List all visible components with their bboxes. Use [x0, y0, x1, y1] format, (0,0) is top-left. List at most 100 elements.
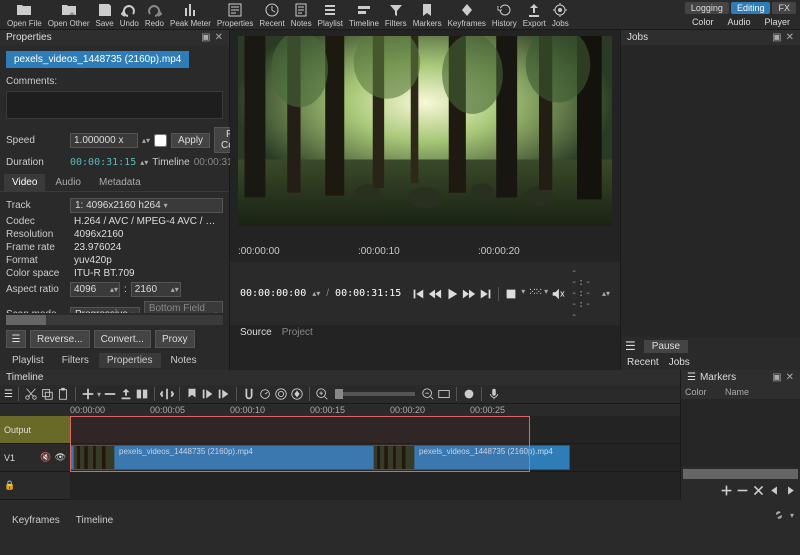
zoom-fit-icon[interactable]	[437, 387, 451, 401]
panel-close-icon[interactable]: ✕	[215, 32, 223, 43]
link-icon[interactable]	[772, 508, 786, 522]
tab-notes[interactable]: Notes	[163, 353, 205, 368]
toolbar-open-file[interactable]: Open File	[7, 2, 42, 28]
split-icon[interactable]	[160, 387, 174, 401]
toolbar-redo[interactable]: Redo	[145, 2, 164, 28]
video-preview[interactable]	[238, 36, 612, 226]
mode-logging[interactable]: Logging	[685, 2, 729, 14]
tab-metadata[interactable]: Metadata	[91, 174, 149, 191]
submode-audio[interactable]: Audio	[721, 16, 756, 28]
clear-markers-icon[interactable]	[752, 484, 765, 497]
marker-add-icon[interactable]	[185, 387, 199, 401]
output-track-label[interactable]: Output	[0, 416, 70, 444]
mode-fx[interactable]: FX	[772, 2, 796, 14]
tab-audio[interactable]: Audio	[47, 174, 89, 191]
convert-button[interactable]: Convert...	[94, 330, 151, 348]
scrub-icon[interactable]	[258, 387, 272, 401]
toolbar-export[interactable]: Export	[523, 2, 546, 28]
speed-input[interactable]	[70, 133, 138, 148]
toolbar-open-other[interactable]: Open Other	[48, 2, 90, 28]
toolbar-filters[interactable]: Filters	[385, 2, 407, 28]
file-chip[interactable]: pexels_videos_1448735 (2160p).mp4	[6, 51, 189, 68]
toolbar-notes[interactable]: Notes	[291, 2, 312, 28]
next-marker2-icon[interactable]	[784, 484, 797, 497]
panel-popout-icon[interactable]: ▣	[201, 32, 210, 43]
submode-player[interactable]: Player	[758, 16, 796, 28]
prev-marker-icon[interactable]	[201, 387, 215, 401]
skip-start-icon[interactable]	[411, 287, 425, 301]
video-clip[interactable]: pexels_videos_1448735 (2160p).mp4 pexels…	[70, 445, 570, 470]
v1-track-label[interactable]: V1 🔇 👁	[0, 444, 70, 472]
rewind-icon[interactable]	[428, 287, 442, 301]
toolbar-keyframes[interactable]: Keyframes	[448, 2, 486, 28]
comments-input[interactable]	[6, 91, 223, 119]
preview-ruler[interactable]: :00:00:00 :00:00:10 :00:00:20	[238, 238, 612, 262]
skip-end-icon[interactable]	[479, 287, 493, 301]
zoom-slider[interactable]	[335, 392, 415, 396]
tab-video[interactable]: Video	[4, 174, 45, 191]
zoom-out-icon[interactable]	[421, 387, 435, 401]
zoom-in-icon[interactable]	[315, 387, 329, 401]
lift-icon[interactable]	[119, 387, 133, 401]
grid-icon[interactable]: ⁙⁙	[528, 287, 541, 301]
tl-menu-icon[interactable]: ☰	[4, 389, 13, 400]
source-tab[interactable]: Source	[240, 327, 272, 338]
pause-button[interactable]: Pause	[644, 340, 688, 353]
toolbar-jobs[interactable]: Jobs	[552, 2, 569, 28]
overwrite-icon[interactable]	[135, 387, 149, 401]
apply-button[interactable]: Apply	[171, 133, 210, 148]
copy-icon[interactable]	[40, 387, 54, 401]
recent-tab[interactable]: Recent	[627, 357, 659, 368]
jobs-tab[interactable]: Jobs	[669, 357, 690, 368]
cut-icon[interactable]	[24, 387, 38, 401]
speed-checkbox[interactable]	[154, 134, 167, 147]
toolbar-save[interactable]: Save	[96, 2, 114, 28]
toolbar-history[interactable]: History	[492, 2, 517, 28]
reverse-button[interactable]: Reverse...	[30, 330, 90, 348]
jobs-close-icon[interactable]: ✕	[786, 32, 794, 43]
play-icon[interactable]	[445, 287, 459, 301]
proxy-button[interactable]: Proxy	[155, 330, 195, 348]
markers-menu-icon[interactable]: ☰	[687, 372, 696, 383]
prev-marker2-icon[interactable]	[768, 484, 781, 497]
fast-forward-icon[interactable]	[462, 287, 476, 301]
mute-track-icon[interactable]: 🔇	[40, 452, 51, 463]
speed-spinner[interactable]: ▴▾	[142, 136, 150, 145]
toolbar-markers[interactable]: Markers	[413, 2, 442, 28]
hide-track-icon[interactable]: 👁	[55, 452, 66, 463]
toolbar-playlist[interactable]: Playlist	[318, 2, 343, 28]
aspect-height[interactable]: ▴▾	[131, 282, 181, 297]
ripple-all-icon[interactable]	[290, 387, 304, 401]
mic-icon[interactable]	[487, 387, 501, 401]
menu-button[interactable]: ☰	[6, 330, 26, 348]
stop-icon[interactable]	[504, 287, 518, 301]
record-icon[interactable]	[462, 387, 476, 401]
append-icon[interactable]	[81, 387, 95, 401]
keyframes-tab[interactable]: Keyframes	[4, 513, 68, 528]
timeline-ruler[interactable]: 00:00:00 00:00:05 00:00:10 00:00:15 00:0…	[70, 404, 680, 416]
ripple-icon[interactable]	[274, 387, 288, 401]
remove-icon[interactable]	[103, 387, 117, 401]
current-timecode[interactable]: 00:00:00:00	[240, 288, 306, 299]
track-dropdown[interactable]: 1: 4096x2160 h264▾	[70, 198, 223, 213]
remove-marker-icon[interactable]	[736, 484, 749, 497]
timeline-tracks[interactable]: pexels_videos_1448735 (2160p).mp4 pexels…	[70, 416, 680, 500]
paste-icon[interactable]	[56, 387, 70, 401]
markers-popout-icon[interactable]: ▣	[772, 372, 781, 383]
scan-dropdown[interactable]: Progressive▾	[70, 307, 140, 314]
tab-playlist[interactable]: Playlist	[4, 353, 52, 368]
mode-editing[interactable]: Editing	[731, 2, 771, 14]
toolbar-peak-meter[interactable]: Peak Meter	[170, 2, 211, 28]
toolbar-properties[interactable]: Properties	[217, 2, 253, 28]
toolbar-recent[interactable]: Recent	[259, 2, 284, 28]
add-marker-icon[interactable]	[720, 484, 733, 497]
toolbar-undo[interactable]: Undo	[120, 2, 139, 28]
project-tab[interactable]: Project	[282, 327, 313, 338]
timeline-tab[interactable]: Timeline	[68, 513, 121, 528]
jobs-menu-icon[interactable]: ☰	[625, 339, 636, 353]
aspect-width[interactable]: ▴▾	[70, 282, 120, 297]
jobs-popout-icon[interactable]: ▣	[772, 32, 781, 43]
props-scrollbar[interactable]	[6, 315, 223, 325]
markers-close-icon[interactable]: ✕	[786, 372, 794, 383]
snap-icon[interactable]	[242, 387, 256, 401]
